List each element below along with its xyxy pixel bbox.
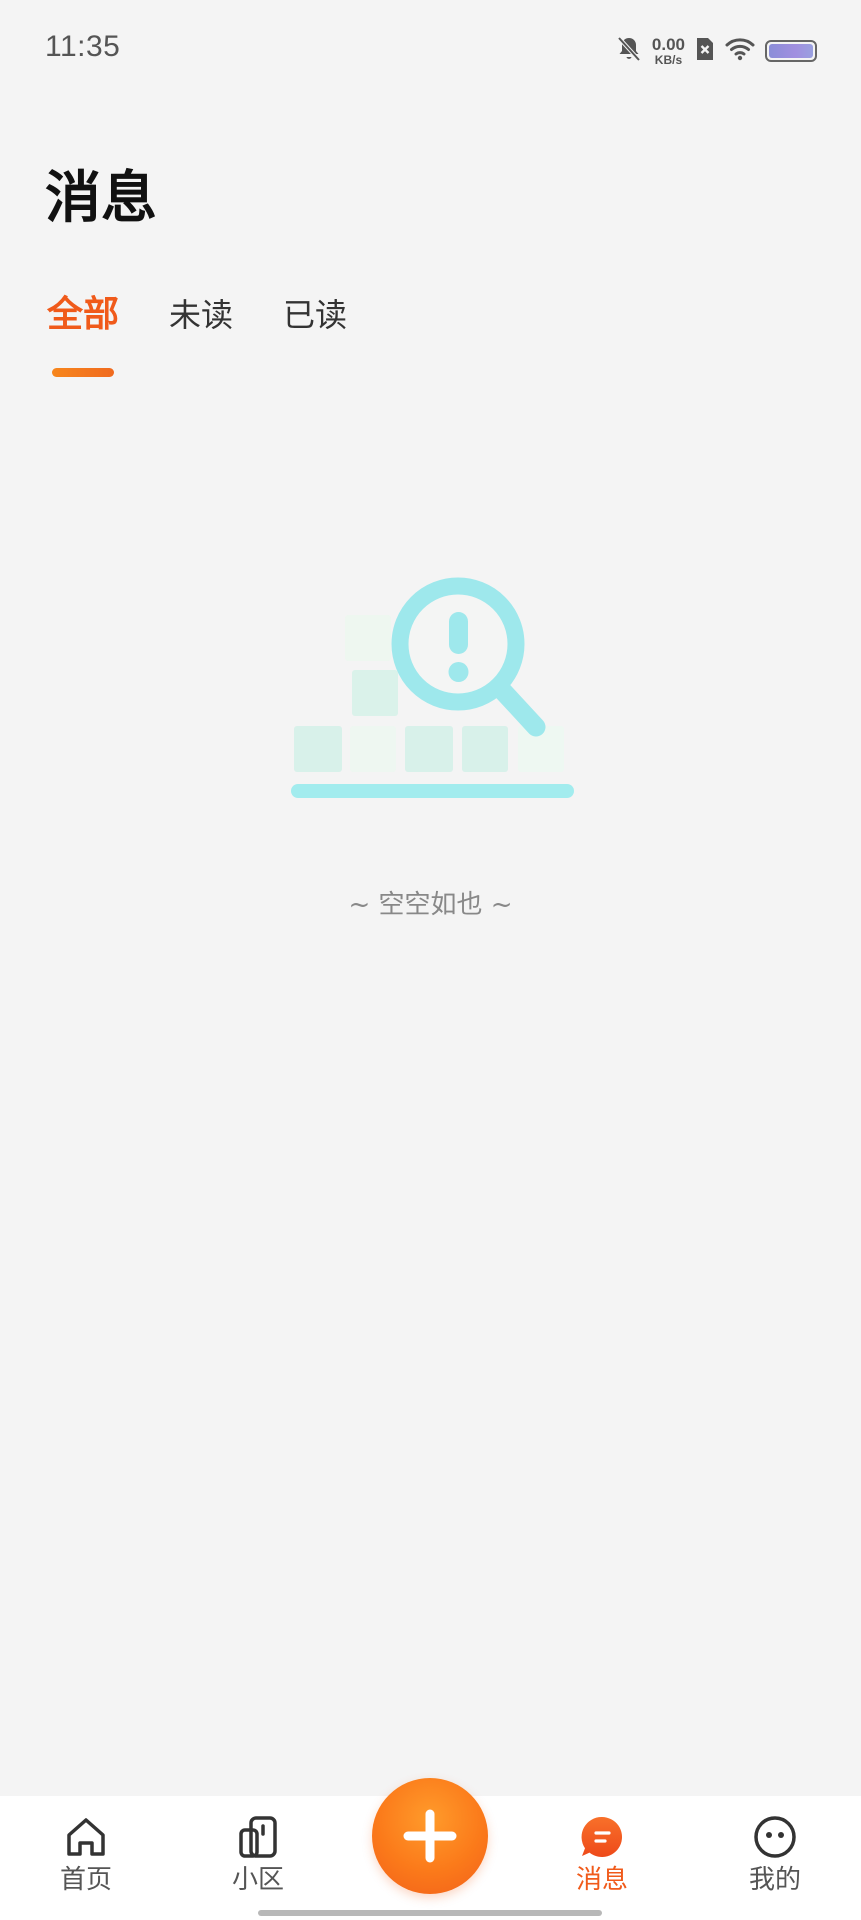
- page-title: 消息: [45, 166, 157, 231]
- tab-unread[interactable]: 未读: [169, 292, 233, 338]
- add-post-button[interactable]: [372, 1778, 488, 1894]
- message-icon: [579, 1814, 625, 1860]
- nav-item-home[interactable]: 首页: [26, 1814, 146, 1896]
- no-sim-icon: [695, 36, 715, 66]
- profile-icon: [752, 1814, 798, 1860]
- network-speed-unit: KB/s: [654, 53, 683, 67]
- nav-label-community: 小区: [231, 1865, 284, 1895]
- battery-icon: [765, 40, 817, 62]
- nav-label-profile: 我的: [748, 1865, 801, 1895]
- nav-item-profile[interactable]: 我的: [715, 1814, 835, 1896]
- active-tab-indicator: [52, 368, 114, 377]
- plus-icon: [403, 1809, 457, 1863]
- network-speed-value: 0.00: [651, 35, 685, 54]
- status-bar: 11:35 0.00 KB/s: [0, 0, 861, 100]
- bell-off-icon: [616, 35, 642, 67]
- status-icons: 0.00 KB/s: [616, 34, 817, 68]
- wifi-icon: [725, 37, 755, 65]
- home-indicator[interactable]: [258, 1910, 602, 1916]
- tab-all[interactable]: 全部: [47, 292, 119, 338]
- nav-item-messages[interactable]: 消息: [542, 1814, 662, 1896]
- empty-state-text: ~ 空空如也 ~: [348, 890, 513, 920]
- community-icon: [235, 1814, 281, 1860]
- nav-item-community[interactable]: 小区: [198, 1814, 318, 1896]
- tab-read[interactable]: 已读: [283, 292, 347, 338]
- nav-label-messages: 消息: [575, 1865, 628, 1895]
- network-speed: 0.00 KB/s: [652, 36, 685, 66]
- status-time: 11:35: [45, 30, 121, 63]
- home-icon: [63, 1814, 109, 1860]
- message-tabs: 全部 未读 已读: [47, 292, 347, 338]
- nav-label-home: 首页: [59, 1865, 112, 1895]
- empty-search-illustration: [286, 572, 576, 804]
